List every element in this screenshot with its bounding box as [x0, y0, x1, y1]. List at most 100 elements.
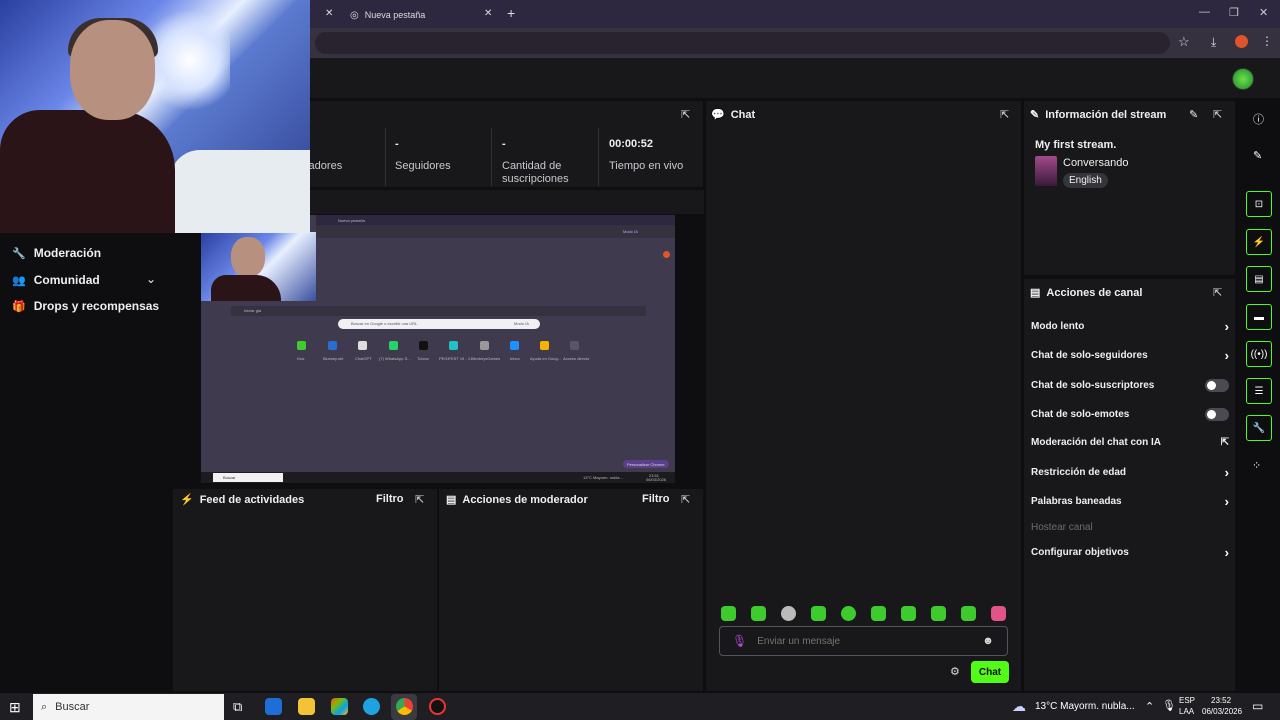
action-slow-mode[interactable]: Modo lento › [1031, 319, 1229, 334]
chevron-right-icon: › [1224, 465, 1229, 480]
browser-tab[interactable]: ◎ Nueva pestaña [350, 4, 425, 26]
send-chat-button[interactable]: Chat [971, 661, 1009, 683]
popout-icon[interactable]: ⇱ [1213, 286, 1222, 299]
sidebar-item-comunidad[interactable]: 👥 Comunidad [12, 273, 100, 287]
preview-header [310, 190, 704, 214]
new-tab-button[interactable]: + [507, 5, 515, 21]
emote-icon[interactable] [721, 606, 736, 621]
minimize-icon[interactable]: — [1199, 6, 1210, 18]
chevron-right-icon: › [1224, 494, 1229, 509]
rail-document-button[interactable]: ▤ [1246, 266, 1272, 292]
chat-panel [705, 100, 1022, 692]
close-window-icon[interactable]: ✕ [1259, 6, 1268, 19]
restore-icon[interactable]: ❐ [1229, 6, 1239, 19]
emote-icon[interactable] [841, 606, 856, 621]
sidebar-item-moderacion[interactable]: 🔧 Moderación [12, 246, 101, 260]
clock-date[interactable]: 06/03/2026 [1202, 707, 1242, 716]
close-tab-icon[interactable]: ✕ [484, 8, 492, 19]
weather-text[interactable]: 13°C Mayorm. nubla... [1035, 701, 1135, 712]
emote-icon[interactable] [751, 606, 766, 621]
filter-button[interactable]: Filtro [642, 493, 670, 505]
url-input[interactable] [315, 32, 1170, 54]
emote-icon[interactable] [991, 606, 1006, 621]
emote-icon[interactable] [961, 606, 976, 621]
stat-followers: - Seguidores [395, 138, 451, 172]
gear-icon[interactable]: ⚙ [950, 665, 960, 678]
preview-tray-date: 06/03/2026 [646, 477, 667, 482]
rail-list-button[interactable]: ☰ [1246, 378, 1272, 404]
pencil-icon: ✎ [1030, 109, 1040, 121]
action-host-channel: Hostear canal [1031, 522, 1093, 533]
preview-ai-button: Modo IA [514, 321, 529, 326]
emote-icon[interactable] [901, 606, 916, 621]
user-avatar[interactable] [1232, 68, 1254, 90]
close-tab-icon[interactable]: ✕ [325, 8, 333, 19]
more-dots-icon[interactable]: ⁘ [1252, 459, 1261, 472]
copilot-icon[interactable] [331, 698, 348, 715]
emote-icon[interactable] [931, 606, 946, 621]
filter-button[interactable]: Filtro [376, 493, 404, 505]
chrome-icon[interactable] [396, 698, 413, 715]
rail-wrench-button[interactable]: 🔧 [1246, 415, 1272, 441]
rail-chat-button[interactable]: ▬ [1246, 304, 1272, 330]
stream-info-header: ✎ Información del stream [1030, 108, 1167, 122]
info-icon[interactable]: ⓘ [1253, 111, 1264, 127]
divider [491, 128, 492, 186]
stream-info-panel [1023, 100, 1236, 276]
outlook-icon[interactable] [265, 698, 282, 715]
clock-time[interactable]: 23:52 [1211, 696, 1231, 705]
external-link-icon: ⇱ [1220, 437, 1229, 448]
action-ai-moderation[interactable]: Moderación del chat con IA ⇱ [1031, 437, 1229, 448]
pencil-icon[interactable]: ✎ [1253, 149, 1262, 162]
emote-icon[interactable] [811, 606, 826, 621]
action-followers-only[interactable]: Chat de solo-seguidores › [1031, 348, 1229, 363]
subscribers-only-toggle[interactable] [1205, 379, 1229, 392]
preview-shortcut: Tutoxz [417, 356, 429, 361]
file-explorer-icon[interactable] [298, 698, 315, 715]
preview-shortcut: Bluesky.net [323, 356, 344, 361]
action-banned-words[interactable]: Palabras baneadas › [1031, 494, 1229, 509]
emote-icon[interactable] [781, 606, 796, 621]
edit-icon[interactable]: ✎ [1189, 108, 1198, 121]
microphone-icon[interactable]: 🎙 [732, 634, 747, 648]
language-top[interactable]: ESP [1179, 696, 1195, 705]
edge-icon[interactable] [363, 698, 380, 715]
popout-icon[interactable]: ⇱ [681, 493, 690, 506]
preview-tray-weather: 13°C Mayorm. nubla... [583, 475, 623, 480]
popout-icon[interactable]: ⇱ [1000, 108, 1009, 121]
sidebar-item-drops[interactable]: 🎁 Drops y recompensas [12, 299, 159, 313]
rail-lightning-button[interactable]: ⚡ [1246, 229, 1272, 255]
task-view-icon[interactable]: ⧉ [233, 699, 242, 715]
activity-feed-panel [172, 488, 438, 692]
tray-chevron-icon[interactable]: ⌃ [1145, 700, 1154, 713]
chevron-down-icon[interactable]: ⌄ [146, 272, 156, 286]
emote-icon[interactable] [871, 606, 886, 621]
profile-avatar[interactable] [1235, 35, 1248, 48]
download-icon[interactable]: ⤓ [1211, 35, 1216, 50]
notifications-icon[interactable]: ▭ [1252, 699, 1263, 713]
language-badge: English [1063, 173, 1108, 188]
rail-broadcast-button[interactable]: ((•)) [1246, 341, 1272, 367]
windows-start-icon[interactable]: ⊞ [9, 699, 21, 716]
tab-title: Nueva pestaña [364, 10, 426, 20]
microphone-icon[interactable]: 🎙 [1162, 699, 1176, 712]
action-set-goals[interactable]: Configurar objetivos › [1031, 545, 1229, 560]
bookmark-star-icon[interactable]: ☆ [1178, 34, 1190, 50]
chevron-right-icon: › [1224, 319, 1229, 334]
chat-header: 💬 Chat [711, 108, 756, 122]
popout-icon[interactable]: ⇱ [681, 108, 690, 121]
popout-icon[interactable]: ⇱ [1213, 108, 1222, 121]
emoji-icon[interactable]: ☻ [982, 635, 994, 647]
emotes-only-toggle[interactable] [1205, 408, 1229, 421]
chat-message-field[interactable] [757, 635, 983, 647]
action-age-restriction[interactable]: Restricción de edad › [1031, 465, 1229, 480]
language-bottom[interactable]: LAA [1179, 707, 1194, 716]
popout-icon[interactable]: ⇱ [415, 493, 424, 506]
rail-scan-button[interactable]: ⊡ [1246, 191, 1272, 217]
menu-dots-icon[interactable]: ⋮ [1261, 34, 1273, 48]
taskbar-search[interactable]: ⌕ Buscar [33, 694, 224, 720]
chat-input[interactable]: 🎙 ☻ [719, 626, 1008, 656]
preview-shortcut: ChatGPT [355, 356, 372, 361]
activity-feed-header: ⚡ Feed de actividades [180, 493, 305, 507]
obs-icon[interactable] [429, 698, 446, 715]
